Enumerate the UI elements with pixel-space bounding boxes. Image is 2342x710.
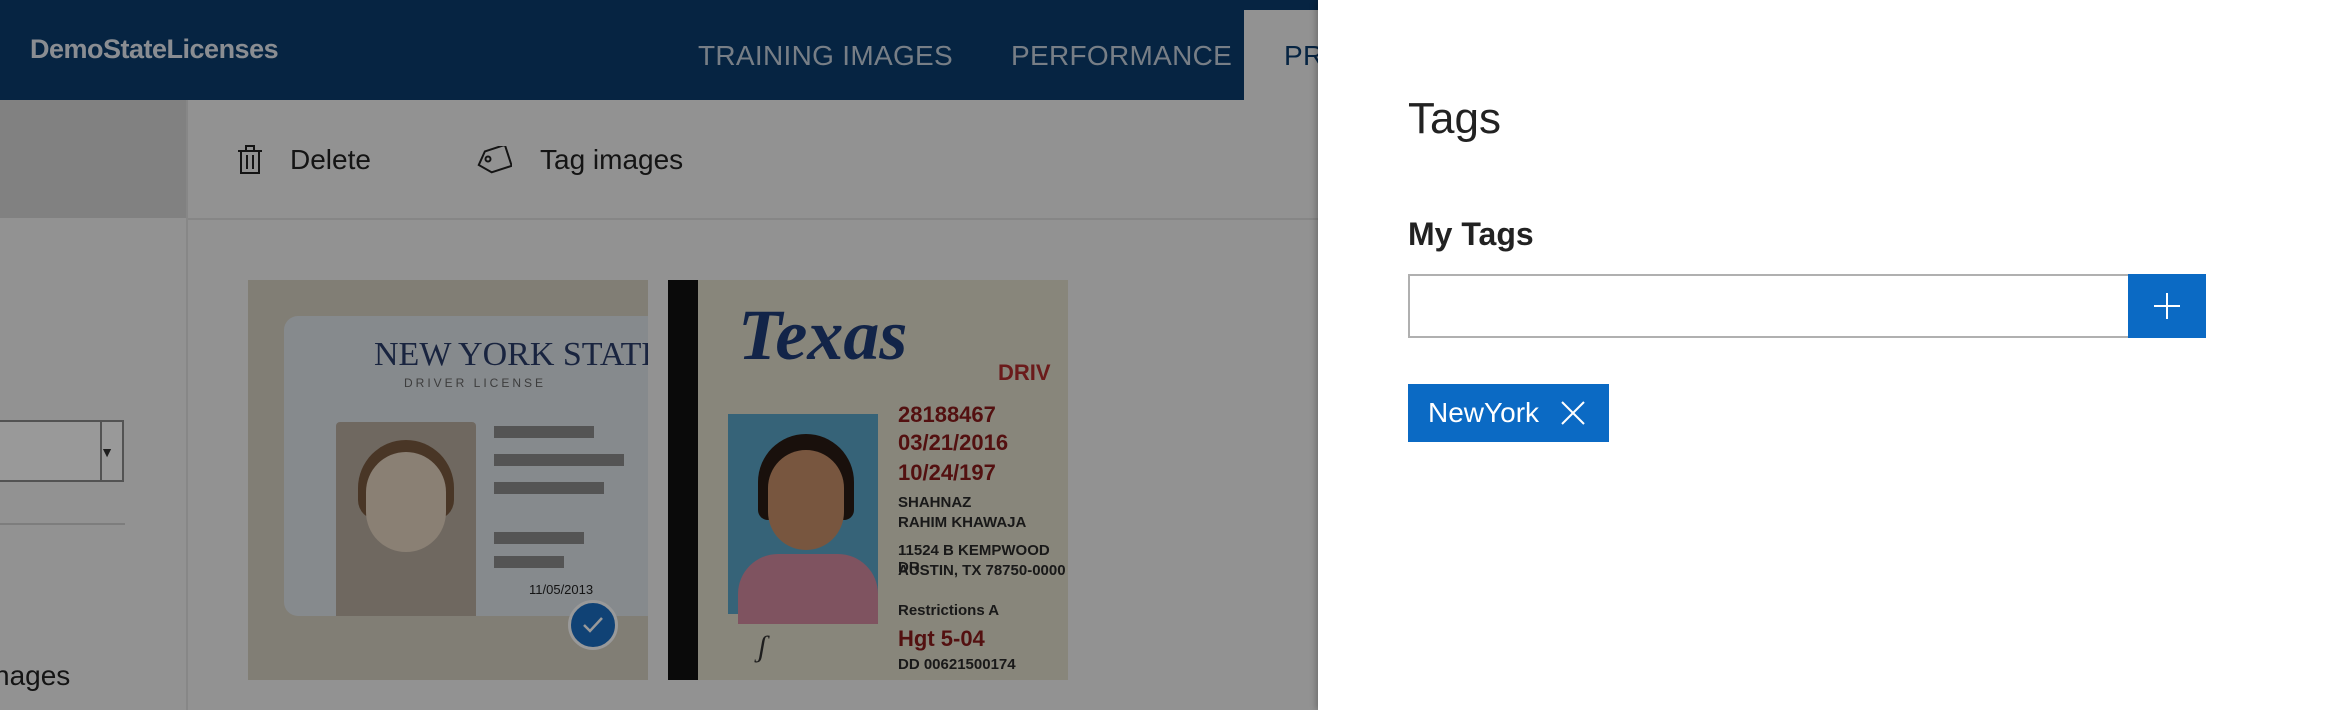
tags-panel: Tags My Tags NewYork	[1318, 0, 2342, 710]
tag-chip[interactable]: NewYork	[1408, 384, 1610, 442]
my-tags-label: My Tags	[1408, 216, 1534, 252]
close-icon[interactable]	[1559, 399, 1587, 427]
add-tag-button[interactable]	[2128, 274, 2206, 338]
tag-chip-label: NewYork	[1428, 397, 1540, 428]
tag-input[interactable]	[1408, 274, 2128, 338]
panel-title: Tags	[1408, 94, 1501, 143]
plus-icon	[2154, 293, 2180, 319]
modal-backdrop[interactable]	[0, 0, 1318, 710]
